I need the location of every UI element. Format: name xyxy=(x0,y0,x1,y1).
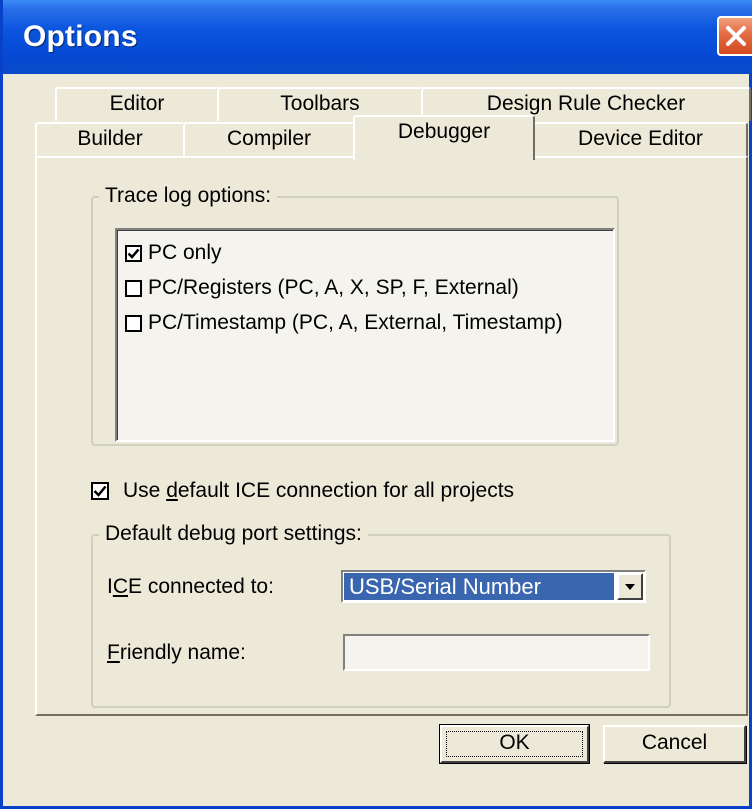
close-button[interactable] xyxy=(717,16,752,56)
checkbox-unchecked-icon[interactable] xyxy=(125,279,142,297)
close-icon xyxy=(726,26,746,46)
options-dialog: Options Editor Toolbars Design Rule Chec… xyxy=(0,0,752,809)
checkbox-checked-icon[interactable] xyxy=(91,482,109,500)
chevron-down-icon xyxy=(625,584,635,590)
tab-editor[interactable]: Editor xyxy=(55,87,219,121)
tab-debugger[interactable]: Debugger xyxy=(353,115,535,160)
friendly-name-label: Friendly name: xyxy=(107,641,246,664)
ice-connected-label: ICE connected to: xyxy=(107,575,274,598)
friendly-name-input[interactable] xyxy=(343,634,650,671)
trace-option-label: PC/Registers (PC, A, X, SP, F, External) xyxy=(148,276,519,299)
debug-port-group xyxy=(91,534,671,708)
focus-rect xyxy=(446,731,583,757)
checkbox-checked-icon[interactable] xyxy=(125,244,142,262)
trace-log-list[interactable]: PC only PC/Registers (PC, A, X, SP, F, E… xyxy=(115,228,615,442)
trace-log-group-label: Trace log options: xyxy=(99,184,278,208)
window-title: Options xyxy=(23,20,138,53)
default-ice-label: Use default ICE connection for all proje… xyxy=(123,479,515,502)
cancel-button[interactable]: Cancel xyxy=(603,725,746,763)
ice-connected-dropdown[interactable]: USB/Serial Number xyxy=(341,570,646,603)
trace-option-label: PC/Timestamp (PC, A, External, Timestamp… xyxy=(148,311,563,334)
ok-button[interactable]: OK xyxy=(439,724,590,764)
tab-device-editor[interactable]: Device Editor xyxy=(533,122,748,156)
trace-option-label: PC only xyxy=(148,241,222,264)
tab-builder[interactable]: Builder xyxy=(35,122,185,156)
trace-option-pc-only[interactable]: PC only xyxy=(125,236,222,270)
tab-compiler[interactable]: Compiler xyxy=(183,122,355,156)
trace-option-pc-registers[interactable]: PC/Registers (PC, A, X, SP, F, External) xyxy=(125,271,519,305)
dropdown-button[interactable] xyxy=(617,573,643,600)
default-ice-checkbox[interactable]: Use default ICE connection for all proje… xyxy=(91,477,514,505)
checkbox-unchecked-icon[interactable] xyxy=(125,314,142,332)
trace-option-pc-timestamp[interactable]: PC/Timestamp (PC, A, External, Timestamp… xyxy=(125,306,563,340)
ice-connected-value: USB/Serial Number xyxy=(344,573,614,600)
debug-port-group-label: Default debug port settings: xyxy=(99,522,368,546)
title-bar[interactable]: Options xyxy=(3,0,752,74)
